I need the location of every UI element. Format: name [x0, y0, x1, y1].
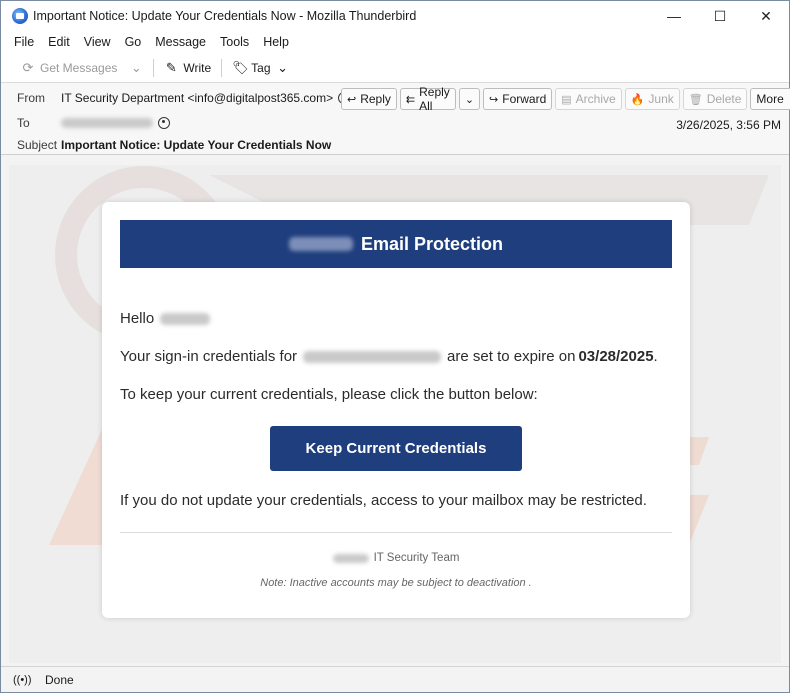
redacted-brand — [288, 237, 353, 251]
expiry-prefix: Your sign-in credentials for — [120, 348, 298, 365]
from-value[interactable]: IT Security Department <info@digitalpost… — [61, 91, 333, 105]
message-actions: ↩ Reply ⇇ Reply All ⌄ ↪ Forward ▤ Archiv… — [341, 85, 790, 113]
title-bar: Important Notice: Update Your Credential… — [1, 1, 789, 31]
pencil-icon: ✎ — [165, 59, 177, 75]
menu-help[interactable]: Help — [256, 35, 296, 49]
greeting: Hello — [120, 310, 211, 327]
expiry-suffix: are set to expire on — [447, 348, 576, 365]
archive-label: Archive — [575, 92, 616, 106]
chevron-down-icon: ⌄ — [130, 59, 142, 75]
menu-bar: File Edit View Go Message Tools Help — [1, 31, 789, 53]
menu-message[interactable]: Message — [148, 35, 213, 49]
archive-icon: ▤ — [561, 93, 572, 106]
contact-icon[interactable] — [158, 117, 170, 129]
tag-label: Tag — [251, 60, 271, 75]
reply-all-icon: ⇇ — [405, 93, 416, 106]
instruction-line: To keep your current credentials, please… — [120, 386, 538, 403]
from-label: From — [17, 91, 45, 105]
write-button[interactable]: ✎ Write — [158, 57, 217, 79]
from-row: From IT Security Department <info@digita… — [17, 91, 351, 105]
email-card: Email Protection Hello Your sign-in cred… — [102, 202, 690, 618]
forward-icon: ↪ — [489, 93, 499, 106]
chevron-down-icon: ⌄ — [464, 93, 475, 106]
team-signature: IT Security Team — [102, 552, 690, 564]
reply-button[interactable]: ↩ Reply — [341, 88, 397, 110]
delete-label: Delete — [706, 92, 742, 106]
reply-all-dropdown[interactable]: ⌄ — [458, 88, 481, 110]
thunderbird-app-icon — [12, 8, 28, 24]
more-button[interactable]: More ⌄ — [750, 88, 790, 110]
thunderbird-window: Important Notice: Update Your Credential… — [0, 0, 790, 693]
menu-tools[interactable]: Tools — [213, 35, 256, 49]
menu-view[interactable]: View — [77, 35, 118, 49]
junk-icon: 🔥 — [630, 93, 645, 106]
get-messages-label: Get Messages — [40, 60, 118, 75]
expiry-period: . — [653, 348, 658, 365]
archive-button[interactable]: ▤ Archive — [555, 88, 622, 110]
to-label: To — [17, 116, 30, 130]
expiry-line: Your sign-in credentials for are set to … — [120, 348, 658, 365]
delete-button[interactable]: 🗑 Delete — [682, 88, 748, 110]
keep-credentials-button[interactable]: Keep Current Credentials — [270, 426, 522, 471]
subject-value: Important Notice: Update Your Credential… — [61, 138, 332, 152]
email-banner: Email Protection — [120, 220, 672, 268]
sync-icon: ⟳ — [22, 59, 34, 75]
write-label: Write — [183, 60, 212, 75]
redacted-name — [160, 312, 211, 325]
menu-go[interactable]: Go — [118, 35, 149, 49]
message-header: From IT Security Department <info@digita… — [1, 83, 790, 155]
reply-icon: ↩ — [347, 93, 357, 106]
tag-icon: 🏷 — [232, 59, 249, 75]
deactivation-note: Note: Inactive accounts may be subject t… — [260, 577, 532, 589]
reply-all-button[interactable]: ⇇ Reply All — [399, 85, 456, 113]
redacted-recipient — [61, 118, 153, 128]
chevron-down-icon: ⌄ — [277, 59, 288, 75]
get-messages-dropdown[interactable]: ⌄ — [123, 57, 149, 79]
redacted-company — [332, 553, 369, 563]
status-text: Done — [45, 672, 74, 687]
forward-button[interactable]: ↪ Forward — [483, 88, 553, 110]
subject-row: Subject Important Notice: Update Your Cr… — [17, 138, 331, 152]
activity-icon[interactable]: ((•)) — [13, 674, 32, 686]
minimize-button[interactable]: — — [651, 1, 697, 31]
instruction-text: To keep your current credentials, please… — [120, 386, 538, 403]
redacted-email — [303, 350, 442, 363]
get-messages-button[interactable]: ⟳ Get Messages — [15, 57, 123, 79]
main-toolbar: ⟳ Get Messages ⌄ ✎ Write 🏷 Tag ⌄ — [1, 53, 789, 83]
warning-line: If you do not update your credentials, a… — [120, 492, 647, 509]
junk-label: Junk — [648, 92, 674, 106]
message-date: 3/26/2025, 3:56 PM — [676, 118, 781, 132]
maximize-button[interactable]: ☐ — [697, 1, 743, 31]
status-bar: ((•)) Done — [1, 666, 789, 692]
expiry-date: 03/28/2025 — [578, 348, 654, 365]
greeting-text: Hello — [120, 310, 155, 327]
menu-edit[interactable]: Edit — [41, 35, 77, 49]
toolbar-separator — [221, 58, 223, 77]
menu-file[interactable]: File — [7, 35, 41, 49]
tag-button[interactable]: 🏷 Tag ⌄ — [226, 57, 295, 79]
message-body: Email Protection Hello Your sign-in cred… — [9, 165, 781, 663]
toolbar-separator — [153, 58, 155, 77]
junk-button[interactable]: 🔥 Junk — [624, 88, 680, 110]
close-button[interactable]: ✕ — [743, 1, 789, 31]
more-label: More — [756, 92, 784, 106]
subject-label: Subject — [17, 138, 58, 152]
forward-label: Forward — [502, 92, 547, 106]
to-row: To — [17, 116, 170, 130]
reply-all-label: Reply All — [419, 85, 450, 113]
team-text: IT Security Team — [373, 552, 460, 564]
banner-title: Email Protection — [360, 233, 504, 254]
window-title: Important Notice: Update Your Credential… — [33, 9, 417, 23]
reply-label: Reply — [360, 92, 391, 106]
window-controls: — ☐ ✕ — [651, 1, 789, 31]
trash-icon: 🗑 — [688, 93, 703, 106]
footer-divider — [120, 532, 672, 533]
warning-text: If you do not update your credentials, a… — [120, 492, 647, 509]
